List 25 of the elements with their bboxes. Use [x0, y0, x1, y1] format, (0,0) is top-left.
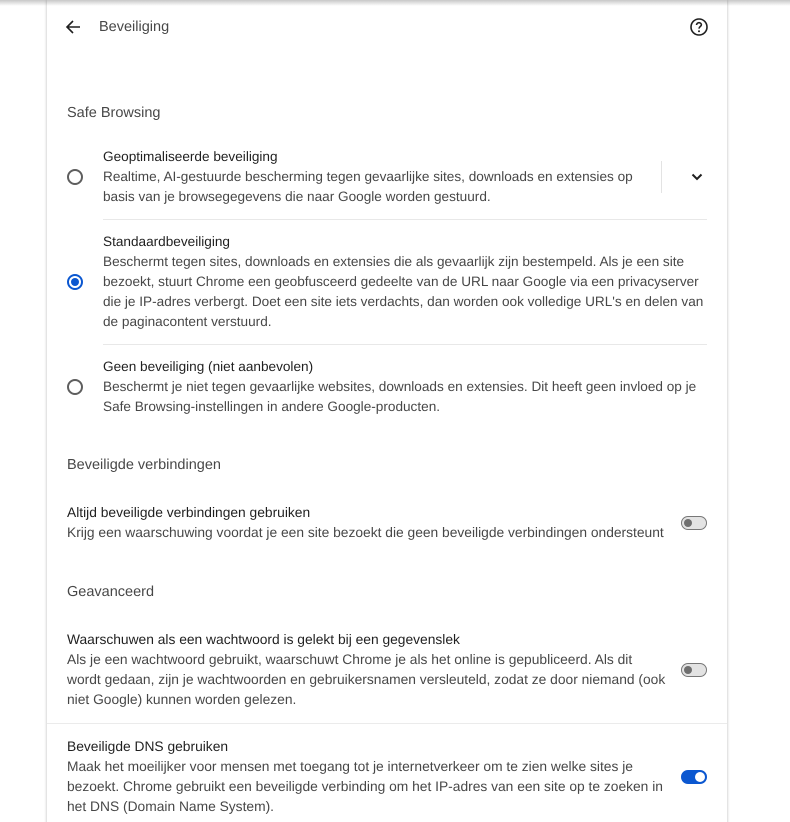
option-description: Beschermt tegen sites, downloads en extensies die als gevaarlijk zijn bestempeld. Als je een site bezoekt, stuurt Chrome een geobfusceerd gedeelte van de URL naar Google via een privacyserver die je IP-adres verbergt. Doet een site iets verdachts, dan worden ook volledige URL's en delen van de paginacontent verstuurd. — [103, 253, 704, 331]
help-icon[interactable] — [690, 18, 708, 36]
setting-description: Krijg een waarschuwing voordat je een site bezoekt die geen beveiligde verbindingen ondersteunt — [67, 524, 665, 542]
toggle-switch[interactable] — [681, 516, 707, 530]
section-heading: Beveiligde verbindingen — [67, 456, 222, 475]
setting-description: Maak het moeilijker voor mensen met toegang tot je internetverkeer om te zien welke sites je bezoekt. Chrome gebruikt een beveiligde verbinding om het IP-adres van een site op te zoeken in het DNS (Domain Name System). — [67, 758, 664, 816]
option-description: Realtime, AI-gestuurde bescherming tegen gevaarlijke sites, downloads en extensies op basis van je browsegegevens die naar Google worden gestuurd. — [103, 168, 634, 206]
back-arrow-icon[interactable] — [65, 19, 81, 35]
radio-button[interactable] — [67, 274, 83, 290]
setting-description: Als je een wachtwoord gebruikt, waarschuwt Chrome je als het online is gepubliceerd. Als dit wordt gedaan, zijn je wachtwoorden en gebruikersnamen versleuteld, zodat ze door niemand (ook niet Google) kunnen worden gelezen. — [67, 651, 666, 709]
section-heading: Geavanceerd — [67, 583, 156, 602]
setting-title: Altijd beveiligde verbindingen gebruiken — [67, 504, 312, 522]
setting-title: Beveiligde DNS gebruiken — [67, 738, 230, 756]
option-title: Standaardbeveiliging — [103, 233, 231, 251]
toggle-switch[interactable] — [681, 770, 707, 784]
page-title: Beveiliging — [99, 19, 170, 35]
setting-title: Waarschuwen als een wachtwoord is gelekt bij een gegevenslek — [67, 631, 461, 649]
radio-button[interactable] — [67, 169, 83, 185]
section-heading: Safe Browsing — [67, 104, 162, 123]
toggle-switch[interactable] — [681, 663, 707, 677]
chevron-down-icon[interactable] — [691, 173, 703, 181]
option-title: Geen beveiliging (niet aanbevolen) — [103, 358, 314, 376]
option-title: Geoptimaliseerde beveiliging — [103, 148, 279, 166]
radio-button[interactable] — [67, 379, 83, 395]
option-description: Beschermt je niet tegen gevaarlijke websites, downloads en extensies. Dit heeft geen invloed op je Safe Browsing-instellingen in andere Google-producten. — [103, 378, 698, 416]
